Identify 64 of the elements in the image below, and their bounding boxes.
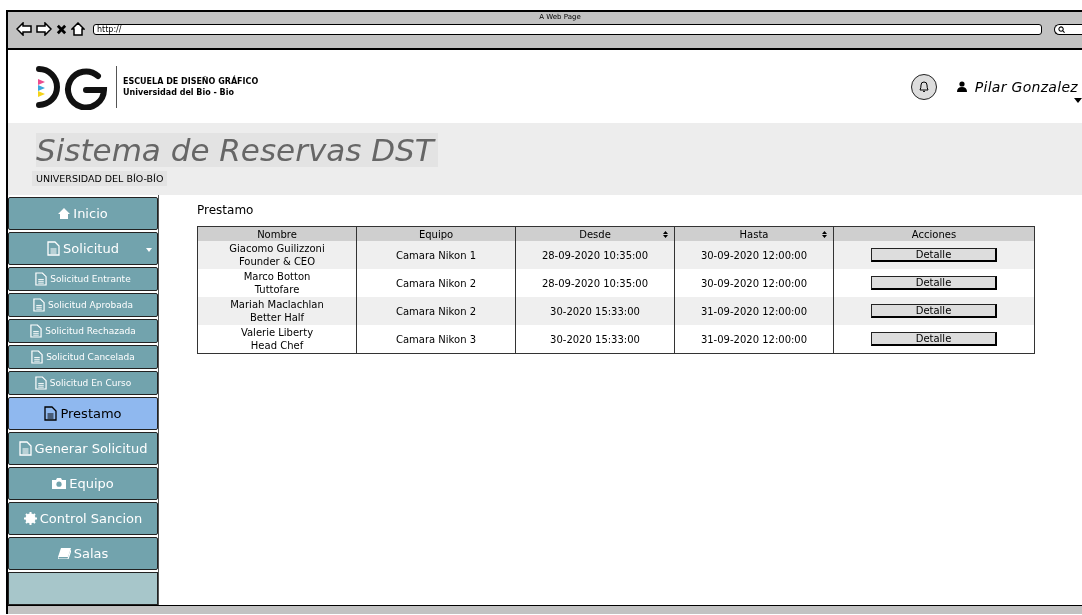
document-icon [33, 298, 46, 312]
document-icon [30, 324, 43, 338]
table-cell: Camara Nikon 1 [356, 241, 516, 269]
detail-button[interactable]: Detalle [871, 304, 997, 318]
address-field[interactable]: http:// [93, 23, 1042, 35]
sidebar-subitem[interactable]: Solicitud Aprobada [8, 293, 158, 317]
document-icon [47, 241, 61, 256]
detail-button[interactable]: Detalle [871, 332, 997, 346]
table-cell: Camara Nikon 2 [356, 297, 516, 325]
column-header: Nombre [197, 226, 357, 241]
table-cell: 30-2020 15:33:00 [515, 325, 675, 354]
book-icon [57, 548, 71, 559]
bell-icon [917, 80, 930, 93]
sidebar-item[interactable]: Solicitud [8, 232, 158, 265]
university-name: Universidad del Bio - Bio [123, 87, 235, 97]
document-icon [18, 441, 32, 456]
section-title: Prestamo [197, 203, 255, 217]
document-icon [44, 406, 58, 421]
column-header: Acciones [833, 226, 1035, 241]
table-cell: 31-09-2020 12:00:00 [674, 297, 834, 325]
document-icon [34, 376, 47, 390]
column-header[interactable]: Hasta [674, 226, 834, 241]
sidebar-item[interactable]: Control Sancion [8, 502, 158, 535]
gear-icon [23, 512, 37, 525]
close-icon[interactable] [56, 23, 67, 35]
sidebar-subitem[interactable]: Solicitud Rechazada [8, 319, 158, 343]
notification-button[interactable] [910, 73, 937, 100]
column-header[interactable]: Desde [515, 226, 675, 241]
table-cell: Giacomo Guilizzoni Founder & CEO [197, 241, 357, 269]
sidebar-item[interactable]: Salas [8, 537, 158, 570]
table-cell: 28-09-2020 10:35:00 [515, 241, 675, 269]
school-name: ESCUELA DE DISEÑO GRÁFICO [123, 76, 259, 86]
user-icon [956, 81, 967, 92]
sidebar-subitem[interactable]: Solicitud Entrante [8, 267, 158, 291]
sidebar-item[interactable]: Inicio [8, 197, 158, 230]
sidebar-subitem[interactable]: Solicitud Cancelada [8, 345, 158, 369]
table-cell: Mariah Maclachlan Better Half [197, 297, 357, 325]
detail-button[interactable]: Detalle [871, 276, 997, 290]
forward-icon[interactable] [36, 22, 52, 36]
sidebar-item[interactable]: Prestamo [8, 397, 158, 430]
sidebar-item[interactable]: Generar Solicitud [8, 432, 158, 465]
table-cell: 31-09-2020 12:00:00 [674, 325, 834, 354]
table-cell: Camara Nikon 3 [356, 325, 516, 354]
sidebar-item[interactable]: Equipo [8, 467, 158, 500]
user-name[interactable]: Pilar Gonzalez [974, 78, 1078, 95]
search-icon [1058, 25, 1065, 33]
sort-icon [663, 231, 668, 238]
page-title: Sistema de Reservas DST [36, 132, 438, 167]
camera-icon [52, 478, 67, 489]
detail-button[interactable]: Detalle [871, 248, 997, 262]
caret-icon[interactable] [1074, 97, 1082, 103]
page-subtitle: UNIVERSIDAD DEL BÍO-BÍO [32, 170, 168, 186]
home-icon[interactable] [71, 22, 85, 36]
table-cell: Valerie Liberty Head Chef [197, 325, 357, 354]
document-icon [35, 272, 48, 286]
home-icon [58, 208, 71, 219]
table-cell: 30-09-2020 12:00:00 [674, 241, 834, 269]
sidebar-subitem[interactable]: Solicitud En Curso [8, 371, 158, 395]
table-cell: 30-2020 15:33:00 [515, 297, 675, 325]
sort-icon [822, 231, 827, 238]
column-header: Equipo [356, 226, 516, 241]
back-icon[interactable] [16, 22, 32, 36]
search-field[interactable] [1054, 23, 1082, 35]
document-icon [31, 350, 44, 364]
